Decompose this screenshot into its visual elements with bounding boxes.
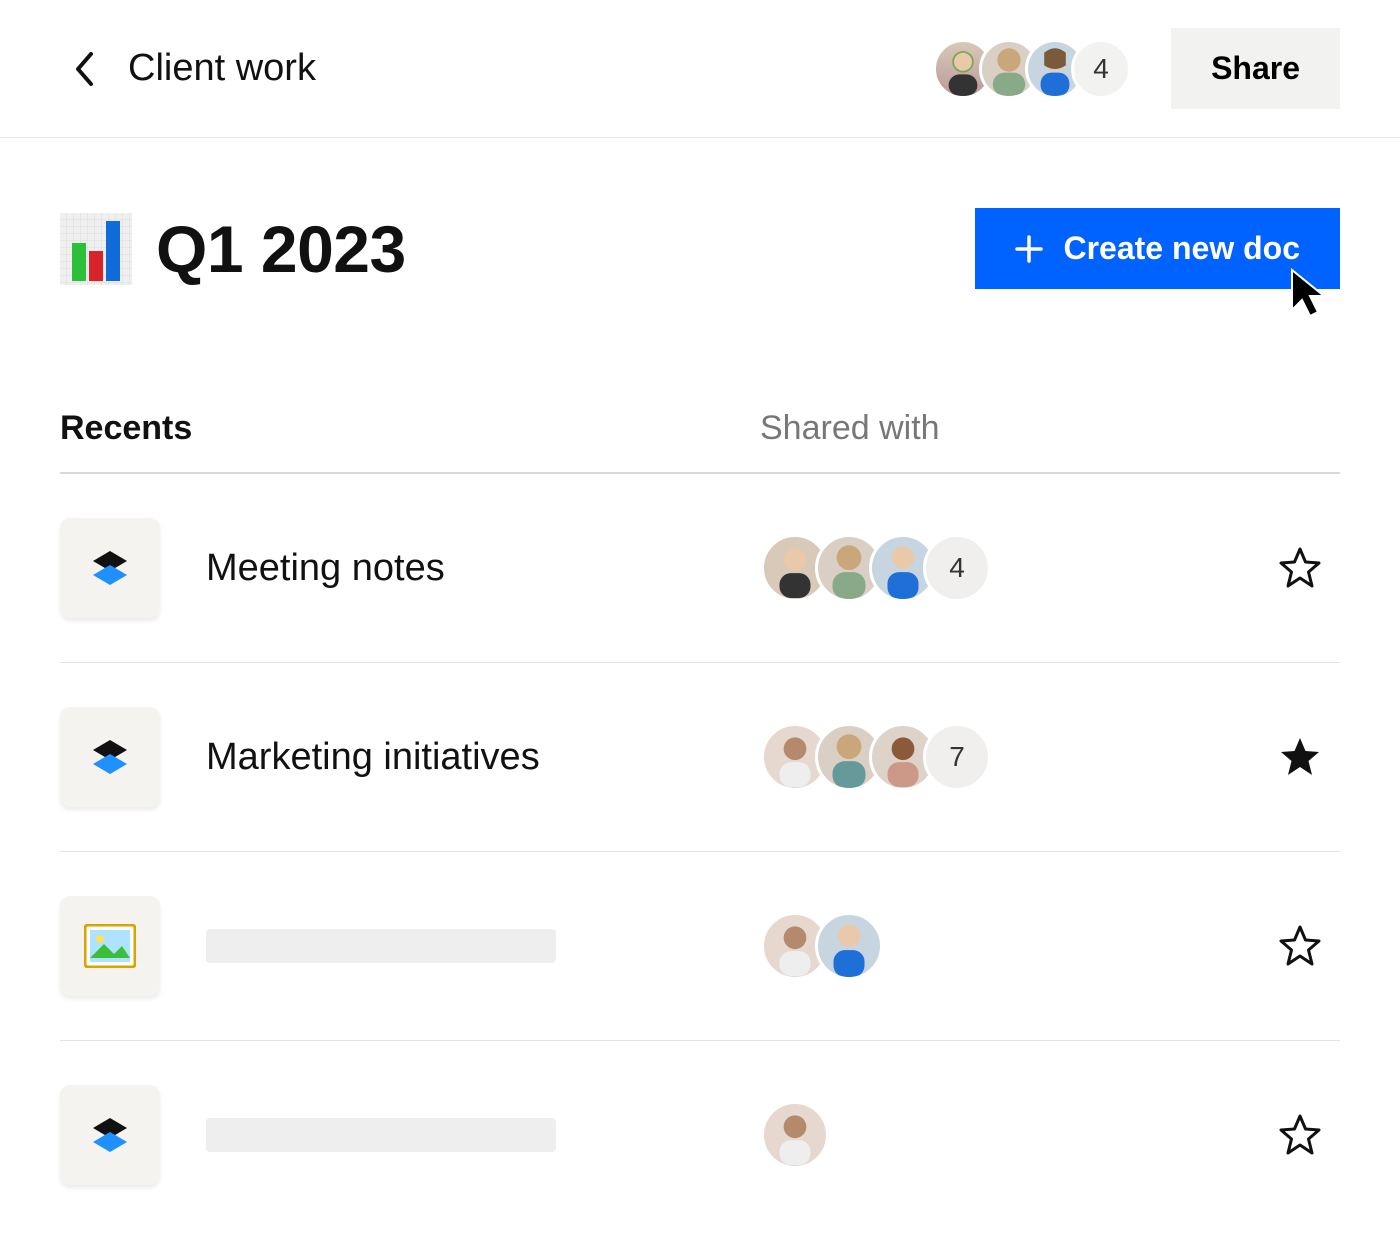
table-row[interactable] (60, 1041, 1340, 1229)
shared-with-cell[interactable] (761, 1101, 1260, 1169)
column-shared-with[interactable]: Shared with (760, 409, 940, 448)
file-name (206, 1118, 761, 1152)
chevron-left-icon (74, 52, 94, 86)
star-button[interactable] (1260, 924, 1340, 968)
folder-title: Q1 2023 (156, 211, 406, 287)
table-row[interactable]: Meeting notes 4 (60, 474, 1340, 663)
paper-doc-icon (60, 518, 160, 618)
star-outline-icon (1278, 924, 1322, 968)
header: Client work 4 Share (0, 0, 1400, 138)
bar-chart-icon (60, 213, 132, 285)
star-button[interactable] (1260, 1113, 1340, 1157)
file-name (206, 929, 761, 963)
create-new-doc-button[interactable]: Create new doc (975, 208, 1340, 289)
star-outline-icon (1278, 546, 1322, 590)
star-button[interactable] (1260, 546, 1340, 590)
skeleton-placeholder (206, 929, 556, 963)
avatar-overflow-count: 4 (1071, 39, 1131, 99)
image-file-icon (60, 896, 160, 996)
main: Q1 2023 Create new doc Recents Shared wi… (0, 138, 1400, 1229)
file-name: Marketing initiatives (206, 736, 761, 779)
star-outline-icon (1278, 1113, 1322, 1157)
star-button[interactable] (1260, 735, 1340, 779)
paper-doc-icon (60, 707, 160, 807)
list-header: Recents Shared with (60, 409, 1340, 474)
file-name: Meeting notes (206, 547, 761, 590)
paper-doc-icon (60, 1085, 160, 1185)
plus-icon (1015, 235, 1043, 263)
breadcrumb[interactable]: Client work (128, 47, 933, 90)
back-button[interactable] (60, 52, 108, 86)
create-new-doc-label: Create new doc (1063, 230, 1300, 267)
shared-with-cell[interactable] (761, 912, 1260, 980)
shared-with-cell[interactable]: 7 (761, 723, 1260, 791)
cursor-icon (1288, 266, 1332, 322)
header-avatar-stack[interactable]: 4 (933, 39, 1131, 99)
skeleton-placeholder (206, 1118, 556, 1152)
table-row[interactable]: Marketing initiatives 7 (60, 663, 1340, 852)
shared-with-cell[interactable]: 4 (761, 534, 1260, 602)
star-filled-icon (1278, 735, 1322, 779)
avatar (761, 1101, 829, 1169)
avatar-overflow-count: 4 (923, 534, 991, 602)
share-button[interactable]: Share (1171, 28, 1340, 109)
avatar-overflow-count: 7 (923, 723, 991, 791)
table-row[interactable] (60, 852, 1340, 1041)
column-recents[interactable]: Recents (60, 409, 760, 448)
title-row: Q1 2023 Create new doc (60, 208, 1340, 289)
avatar (815, 912, 883, 980)
